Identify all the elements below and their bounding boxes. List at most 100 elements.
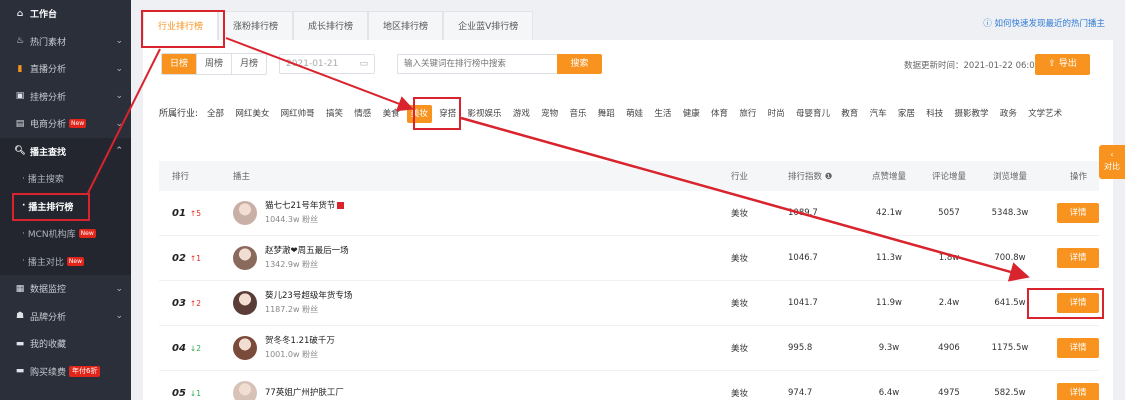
industry-item[interactable]: 音乐 — [565, 105, 590, 123]
sidebar-subitem-anchor-search[interactable]: · 播主搜索 — [0, 165, 131, 193]
export-button[interactable]: ⇪ 导出 — [1035, 54, 1090, 75]
comments-cell: 1.8w — [938, 253, 960, 263]
index-cell: 1046.7 — [788, 253, 818, 263]
index-cell: 974.7 — [788, 388, 813, 398]
industry-item[interactable]: 旅行 — [735, 105, 760, 123]
industry-item[interactable]: 全部 — [203, 105, 228, 123]
detail-button[interactable]: 详情 — [1057, 338, 1099, 358]
anchor-name[interactable]: 葵儿23号超级年货专场 — [265, 290, 352, 303]
avatar[interactable] — [233, 336, 257, 360]
industry-item[interactable]: 母婴育儿 — [792, 105, 834, 123]
anchor-cell[interactable]: 77英姐广州护肤工厂 — [233, 381, 731, 400]
period-daily[interactable]: 日榜 — [162, 54, 198, 74]
industry-item[interactable]: 影视娱乐 — [464, 105, 506, 123]
avatar[interactable] — [233, 246, 257, 270]
anchor-cell[interactable]: 赵梦澈❤周五最后一场 1342.9w 粉丝 — [233, 245, 731, 271]
industry-item[interactable]: 政务 — [996, 105, 1021, 123]
sidebar-item-brand-analysis[interactable]: ☗ 品牌分析 ⌄ — [0, 303, 131, 331]
sidebar-item-workbench[interactable]: ⌂ 工作台 — [0, 0, 131, 28]
industry-item[interactable]: 时尚 — [764, 105, 789, 123]
industry-item[interactable]: 摄影教学 — [951, 105, 993, 123]
industry-item[interactable]: 文学艺术 — [1024, 105, 1066, 123]
sidebar-item-label: 工作台 — [30, 10, 58, 21]
sidebar-subitem-mcn[interactable]: · MCN机构库 New — [0, 220, 131, 248]
main-area: 行业排行榜 涨粉排行榜 成长排行榜 地区排行榜 企业蓝V排行榜 ⓘ 如何快速发现… — [131, 0, 1125, 400]
action-cell: 详情 — [1042, 248, 1099, 268]
sidebar-item-ranking-analysis[interactable]: ▣ 挂榜分析 ⌄ — [0, 83, 131, 111]
favorite-icon: ▬ — [15, 338, 25, 349]
industry-item[interactable]: 舞蹈 — [594, 105, 619, 123]
brand-icon: ☗ — [15, 311, 25, 322]
period-monthly[interactable]: 月榜 — [232, 54, 267, 74]
detail-button[interactable]: 详情 — [1057, 383, 1099, 400]
sidebar-item-live-analysis[interactable]: ▮ 直播分析 ⌄ — [0, 55, 131, 83]
industry-item[interactable]: 宠物 — [537, 105, 562, 123]
tab-enterprise-ranking[interactable]: 企业蓝V排行榜 — [443, 11, 534, 41]
anchor-fans: 1342.9w 粉丝 — [265, 260, 319, 269]
industry-item[interactable]: 教育 — [837, 105, 862, 123]
table-body: 01 ↑5 猫七七21号年货节 1044.3w 粉丝 美妆 1089.7 42.1w 5057… — [159, 191, 1099, 400]
tab-growth-ranking[interactable]: 成长排行榜 — [293, 11, 369, 41]
sidebar-item-label: 我的收藏 — [30, 340, 67, 351]
industry-item[interactable]: 网红美女 — [231, 105, 273, 123]
industry-cell: 美妆 — [731, 344, 749, 354]
index-cell: 1041.7 — [788, 298, 818, 308]
sidebar-item-favorites[interactable]: ▬ 我的收藏 — [0, 330, 131, 358]
sidebar-item-hot-materials[interactable]: ♨ 热门素材 ⌄ — [0, 28, 131, 56]
sidebar-item-data-monitor[interactable]: ▦ 数据监控 ⌄ — [0, 275, 131, 303]
search-button[interactable]: 搜索 — [557, 54, 603, 74]
sidebar-item-ecommerce[interactable]: ▤ 电商分析 New ⌄ — [0, 110, 131, 138]
detail-button[interactable]: 详情 — [1057, 248, 1099, 268]
chevron-down-icon: ⌄ — [115, 311, 123, 322]
chart-icon: ▣ — [15, 91, 25, 102]
industry-item[interactable]: 家居 — [894, 105, 919, 123]
industry-item[interactable]: 网红帅哥 — [277, 105, 319, 123]
anchor-name[interactable]: 77英姐广州护肤工厂 — [265, 387, 344, 400]
period-selector: 日榜 周榜 月榜 — [161, 53, 268, 75]
update-time: 数据更新时间：2021-01-22 06:00 — [904, 61, 1041, 71]
industry-item[interactable]: 汽车 — [866, 105, 891, 123]
table-row: 01 ↑5 猫七七21号年货节 1044.3w 粉丝 美妆 1089.7 42.1w 5057… — [159, 191, 1099, 236]
period-weekly[interactable]: 周榜 — [197, 54, 233, 74]
anchor-name[interactable]: 贺冬冬1.21破千万 — [265, 335, 335, 348]
monitor-icon: ▦ — [15, 283, 25, 294]
industry-item[interactable]: 科技 — [922, 105, 947, 123]
industry-item[interactable]: 游戏 — [509, 105, 534, 123]
industry-item[interactable]: 萌娃 — [622, 105, 647, 123]
anchor-fans: 1001.0w 粉丝 — [265, 350, 319, 359]
industry-item[interactable]: 搞笑 — [322, 105, 347, 123]
sidebar-item-purchase[interactable]: ▬ 购买续费 年付6折 — [0, 358, 131, 386]
table-row: 03 ↑2 葵儿23号超级年货专场 1187.2w 粉丝 美妆 1041.7 11.9w 2.… — [159, 281, 1099, 326]
industry-item[interactable]: 健康 — [679, 105, 704, 123]
tab-fans-ranking[interactable]: 涨粉排行榜 — [218, 11, 294, 41]
sidebar-item-anchor-search[interactable]: 🔍︎ 播主查找 ⌃ — [0, 137, 131, 165]
detail-button[interactable]: 详情 — [1057, 203, 1099, 223]
chevron-down-icon: ⌄ — [115, 63, 123, 74]
anchor-cell[interactable]: 猫七七21号年货节 1044.3w 粉丝 — [233, 200, 731, 226]
anchor-fans: 1187.2w 粉丝 — [265, 305, 319, 314]
industry-item[interactable]: 生活 — [650, 105, 675, 123]
industry-item[interactable]: 情感 — [350, 105, 375, 123]
sidebar-item-label: 直播分析 — [30, 65, 67, 76]
industry-item[interactable]: 体育 — [707, 105, 732, 123]
rank-number: 01 — [172, 207, 186, 219]
info-icon[interactable]: ❶ — [825, 172, 833, 182]
question-icon: ⓘ — [983, 19, 992, 29]
anchor-name[interactable]: 猫七七21号年货节 — [265, 200, 345, 213]
views-cell: 1175.5w — [991, 343, 1029, 353]
anchor-cell[interactable]: 贺冬冬1.21破千万 1001.0w 粉丝 — [233, 335, 731, 361]
anchor-cell[interactable]: 葵儿23号超级年货专场 1187.2w 粉丝 — [233, 290, 731, 316]
anchor-name[interactable]: 赵梦澈❤周五最后一场 — [265, 245, 349, 258]
date-value: 2021-01-21 — [286, 59, 339, 69]
help-link[interactable]: ⓘ 如何快速发现最近的热门播主 — [983, 17, 1105, 29]
flame-icon: ♨ — [15, 36, 25, 47]
search-input[interactable] — [397, 54, 558, 74]
avatar[interactable] — [233, 381, 257, 400]
industry-item[interactable]: 美食 — [379, 105, 404, 123]
compare-button[interactable]: ‹ 对比 — [1099, 145, 1125, 179]
tab-region-ranking[interactable]: 地区排行榜 — [368, 11, 444, 41]
sidebar-subitem-anchor-compare[interactable]: · 播主对比 New — [0, 247, 131, 275]
avatar[interactable] — [233, 201, 257, 225]
avatar[interactable] — [233, 291, 257, 315]
date-picker[interactable]: 2021-01-21 ▭ — [279, 54, 376, 74]
